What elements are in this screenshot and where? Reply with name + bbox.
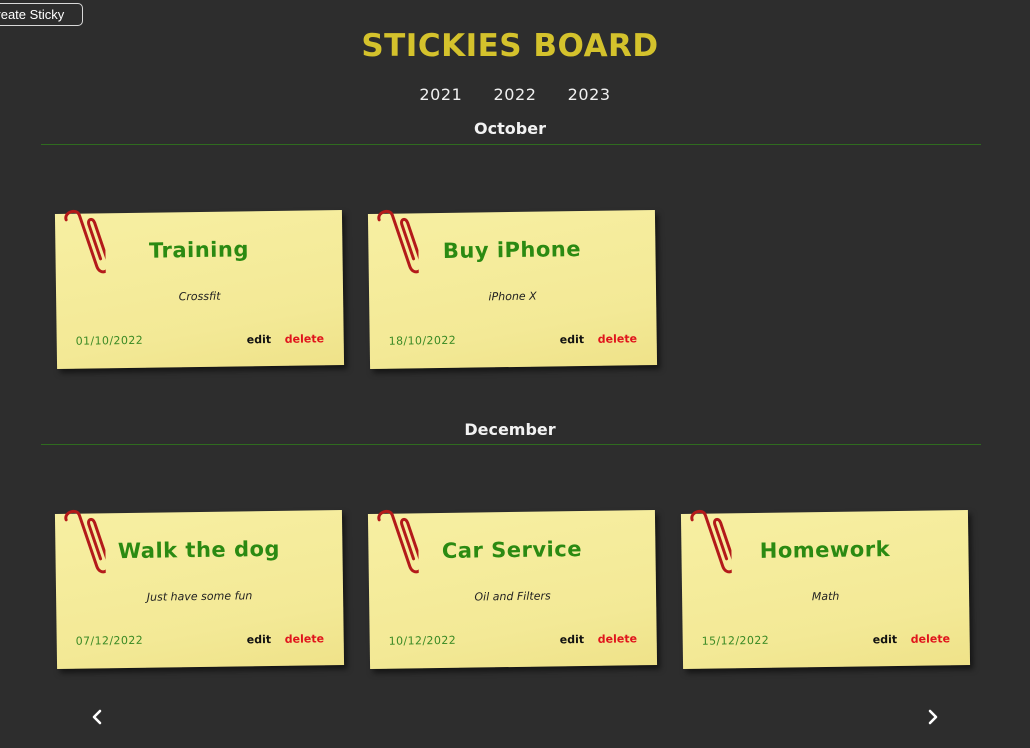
sticky-description: Just have some fun	[146, 589, 253, 604]
sticky-date: 15/12/2022	[701, 633, 770, 648]
sticky-description: Math	[811, 589, 840, 604]
section-divider	[41, 144, 981, 145]
delete-button[interactable]: delete	[598, 632, 637, 646]
sticky-date: 01/10/2022	[75, 333, 144, 348]
chevron-left-icon[interactable]	[88, 708, 106, 726]
edit-button[interactable]: edit	[247, 333, 272, 346]
sticky-title: Walk the dog	[117, 536, 281, 564]
delete-button[interactable]: delete	[285, 632, 324, 646]
section-divider	[41, 444, 981, 445]
sticky-description: Crossfit	[178, 289, 221, 304]
sticky-note: Car Service Oil and Filters 10/12/2022 e…	[367, 509, 658, 669]
sticky-date: 10/12/2022	[388, 633, 457, 648]
sticky-date: 07/12/2022	[75, 633, 144, 648]
sticky-note: Training Crossfit 01/10/2022 edit delete	[54, 209, 345, 369]
year-link-2023[interactable]: 2023	[568, 85, 611, 104]
sticky-note: Walk the dog Just have some fun 07/12/20…	[54, 509, 345, 669]
sticky-description: iPhone X	[488, 289, 537, 304]
chevron-right-icon[interactable]	[924, 708, 942, 726]
month-heading-december: December	[464, 420, 556, 439]
edit-button[interactable]: edit	[873, 633, 898, 646]
page-title: STICKIES BOARD	[361, 28, 659, 64]
sticky-title: Homework	[759, 537, 891, 563]
sticky-title: Car Service	[441, 537, 583, 563]
edit-button[interactable]: edit	[560, 333, 585, 346]
sticky-title: Training	[148, 237, 250, 263]
delete-button[interactable]: delete	[598, 332, 637, 346]
edit-button[interactable]: edit	[560, 633, 585, 646]
year-link-2022[interactable]: 2022	[493, 85, 536, 104]
edit-button[interactable]: edit	[247, 633, 272, 646]
sticky-note: Buy iPhone iPhone X 18/10/2022 edit dele…	[367, 209, 658, 369]
year-nav: 2021 2022 2023	[0, 85, 1030, 104]
delete-button[interactable]: delete	[911, 632, 950, 646]
sticky-description: Oil and Filters	[474, 589, 551, 604]
month-heading-october: October	[474, 119, 546, 138]
create-sticky-button[interactable]: Create Sticky	[0, 3, 83, 26]
sticky-date: 18/10/2022	[388, 333, 457, 348]
sticky-note: Homework Math 15/12/2022 edit delete	[680, 509, 971, 669]
year-link-2021[interactable]: 2021	[419, 85, 462, 104]
sticky-title: Buy iPhone	[442, 237, 582, 263]
delete-button[interactable]: delete	[285, 332, 324, 346]
